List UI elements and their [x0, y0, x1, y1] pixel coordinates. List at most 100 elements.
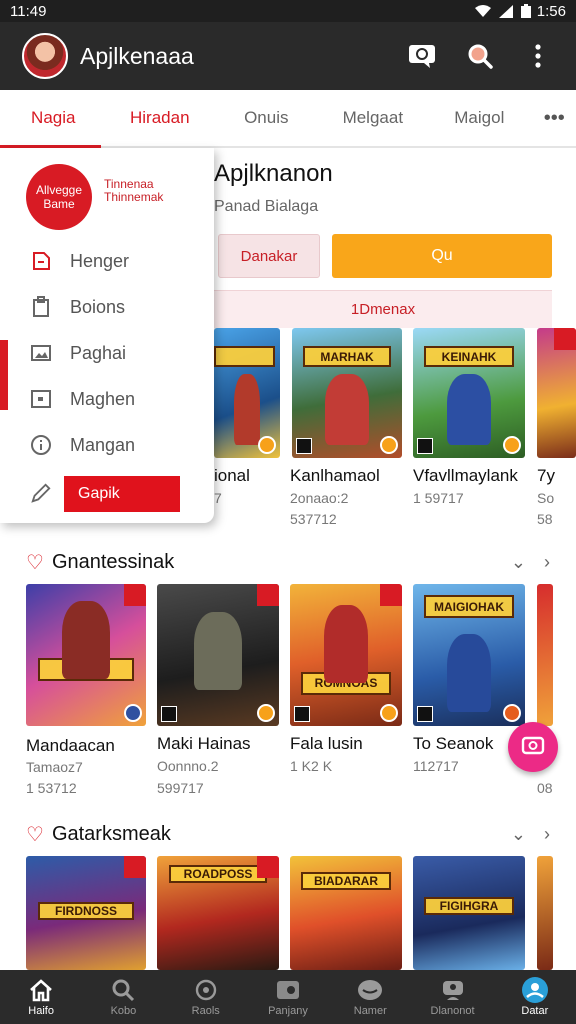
game-card-thumb[interactable]: FIRDNOSS	[26, 856, 146, 970]
game-meta: 1 59717	[413, 490, 464, 506]
nav-item-panjany[interactable]: Panjany	[247, 970, 329, 1024]
avatar[interactable]	[22, 33, 68, 79]
game-meta: 1 K2 K	[290, 758, 333, 774]
info-icon	[30, 434, 52, 456]
secondary-button[interactable]: Danakar	[218, 234, 320, 278]
tab-bar: Nagia Hiradan Onuis Melgaat Maigol •••	[0, 90, 576, 148]
drawer-item-henger[interactable]: Henger	[30, 250, 129, 272]
tab-onuis[interactable]: Onuis	[213, 90, 320, 146]
section-title: Gnantessinak	[51, 551, 175, 573]
clipboard-icon	[30, 296, 52, 318]
game-card-thumb[interactable]: MAMIAN	[26, 584, 146, 726]
more-button[interactable]	[518, 36, 558, 76]
chat-icon	[521, 736, 545, 755]
tab-more[interactable]: •••	[533, 90, 576, 146]
install-button[interactable]: Qu	[332, 234, 552, 278]
nav-item-raols[interactable]: Raols	[165, 970, 247, 1024]
game-card-thumb[interactable]: MARHAK	[292, 328, 402, 458]
game-card-thumb[interactable]	[537, 856, 553, 970]
game-meta: 7	[214, 490, 222, 506]
search-icon	[468, 44, 493, 69]
chevron-right-icon[interactable]: ›	[544, 824, 550, 845]
nav-item-search[interactable]: Kobo	[82, 970, 164, 1024]
game-title: Vfavllmaylank	[413, 466, 518, 485]
game-meta: Tamaoz7	[26, 759, 83, 775]
nav-label: Namer	[353, 1005, 387, 1017]
detail-title: Apjlknanon	[214, 160, 333, 187]
more-vert-icon	[535, 44, 541, 68]
drawer-item-boions[interactable]: Boions	[30, 296, 125, 318]
detail-buttons: Danakar Qu	[218, 234, 552, 278]
game-meta: 08	[537, 780, 553, 796]
game-title: To Seanok	[413, 734, 494, 753]
game-card-thumb[interactable]: FIGIHGRA	[413, 856, 525, 970]
search-button[interactable]	[460, 36, 500, 76]
nav-item-home[interactable]: Haifo	[0, 970, 82, 1024]
status-time-right: 1:56	[536, 2, 566, 20]
game-title: Mandaacan	[26, 736, 115, 755]
section-title: Gatarksmeak	[51, 823, 171, 845]
drawer-action-button[interactable]: Gapik	[64, 476, 180, 512]
drawer-item-paghai[interactable]: Paghai	[30, 342, 126, 364]
game-card-thumb[interactable]: BIADARAR	[290, 856, 402, 970]
account-icon	[521, 977, 549, 1003]
nav-label: Kobo	[110, 1005, 137, 1017]
drawer-item-label: Mangan	[70, 434, 136, 455]
drawer-item-maghen[interactable]: Maghen	[30, 388, 135, 410]
side-drawer: Allvegge Bame Tinnenaa Thinnemak Henger …	[0, 148, 214, 523]
game-card-thumb[interactable]: MAIGIOHAK	[413, 584, 525, 726]
tab-maigol[interactable]: Maigol	[426, 90, 533, 146]
drawer-brand: Tinnenaa Thinnemak	[104, 177, 204, 205]
game-meta: 112717	[413, 758, 459, 774]
game-card-thumb[interactable]	[214, 328, 280, 458]
game-card-thumb[interactable]: ROMNOAS	[290, 584, 402, 726]
app-bar: Apjlkenaaa	[0, 22, 576, 90]
app-detail-header: Apjlknanon Panad Bialaga	[214, 160, 576, 216]
game-title: ional	[214, 466, 250, 485]
game-card-thumb[interactable]	[537, 584, 553, 726]
battery-icon	[520, 4, 531, 18]
drawer-brand-line2: Thinnemak	[104, 190, 164, 205]
app-title: Apjlkenaaa	[80, 42, 194, 69]
drawer-logo: Allvegge Bame	[26, 164, 92, 230]
status-bar: 11:49 1:56	[0, 0, 576, 22]
tag-icon	[30, 250, 52, 272]
chat-icon	[356, 977, 384, 1003]
chevron-down-icon[interactable]: ⌄	[511, 552, 526, 573]
person-icon	[439, 977, 467, 1003]
info-banner[interactable]: 1Dmenax	[214, 290, 552, 328]
chat-icon	[409, 45, 435, 68]
game-meta: 599717	[157, 780, 204, 796]
chevron-down-icon[interactable]: ⌄	[511, 824, 526, 845]
home-icon	[27, 977, 55, 1003]
nav-label: Dlanonot	[430, 1005, 475, 1017]
drawer-item-mangan[interactable]: Mangan	[30, 434, 135, 456]
game-meta: Oonnno.2	[157, 758, 219, 774]
game-card-thumb[interactable]	[537, 328, 576, 458]
game-card-thumb[interactable]: KEINAHK	[413, 328, 525, 458]
game-card-thumb[interactable]	[157, 584, 279, 726]
tab-melgaat[interactable]: Melgaat	[320, 90, 427, 146]
nav-label: Raols	[191, 1005, 220, 1017]
section-header: ♡ Gatarksmeak ⌄ ›	[26, 822, 550, 847]
nav-label: Haifo	[28, 1005, 54, 1017]
game-card-thumb[interactable]: ROADPOSS	[157, 856, 279, 970]
game-title: Kanlhamaol	[290, 466, 380, 485]
floating-action-button[interactable]	[508, 722, 558, 772]
drawer-item-label: Maghen	[70, 388, 136, 409]
game-meta: 1 53712	[26, 780, 77, 796]
drawer-item-label: Paghai	[70, 342, 127, 363]
nav-item-namer[interactable]: Namer	[329, 970, 411, 1024]
tab-hiradan[interactable]: Hiradan	[107, 90, 214, 146]
chat-button[interactable]	[402, 36, 442, 76]
game-title: Fala lusin	[290, 734, 363, 753]
nav-item-dlanonot[interactable]: Dlanonot	[411, 970, 493, 1024]
tab-nagia[interactable]: Nagia	[0, 90, 107, 148]
drawer-active-indicator	[0, 340, 8, 410]
status-time-left: 11:49	[10, 2, 47, 20]
game-meta: 58	[537, 511, 553, 527]
gamepad-icon	[274, 977, 302, 1003]
game-meta: So	[537, 490, 555, 506]
chevron-right-icon[interactable]: ›	[544, 552, 550, 573]
nav-item-datar[interactable]: Datar	[494, 970, 576, 1024]
